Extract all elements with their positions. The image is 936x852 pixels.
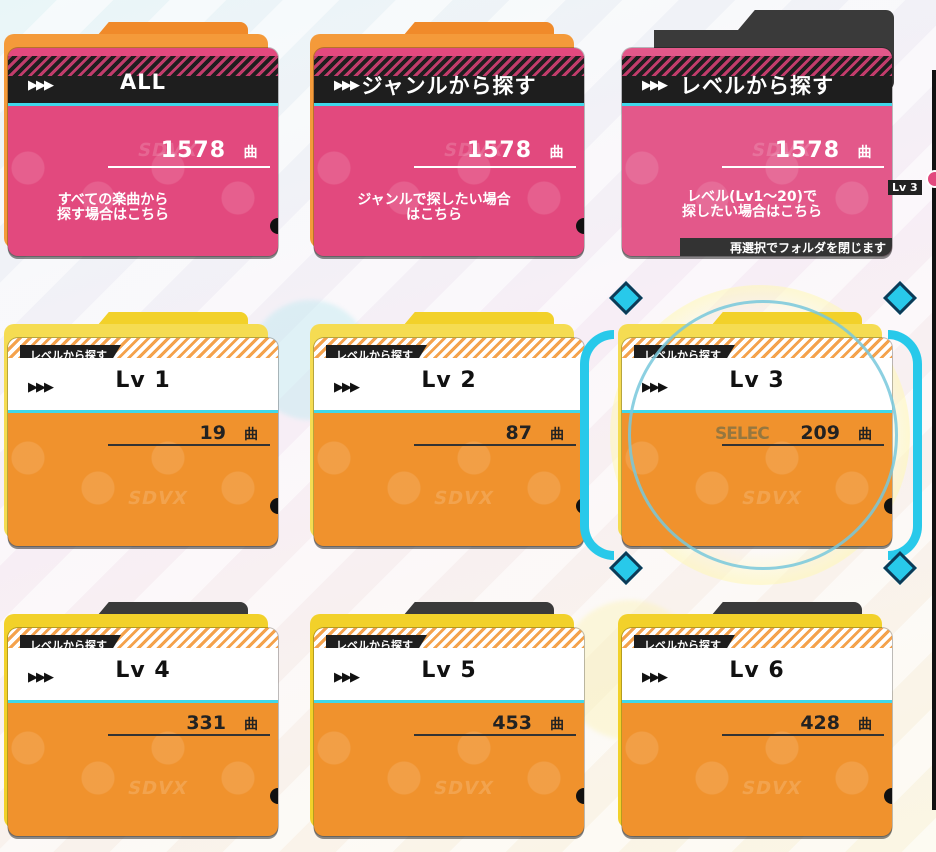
- folder-level[interactable]: SDVX ▶▶▶ レベルから探す 1578 曲 レベル(Lv1～20)で 探したい場…: [614, 8, 894, 264]
- count-underline: [414, 734, 576, 736]
- song-count: 19 曲: [199, 422, 258, 444]
- selection-bracket-right: [888, 330, 922, 560]
- watermark: SDVX: [125, 778, 190, 799]
- folder-front: SDVX ▶▶▶ ALL 1578 曲 すべての楽曲から 探す場合はこちら: [8, 48, 278, 256]
- song-icon: 曲: [244, 717, 258, 733]
- folder-description: レベル(Lv1～20)で 探したい場合はこちら: [682, 189, 822, 220]
- song-icon: 曲: [550, 717, 564, 733]
- song-count: 1578 曲: [466, 138, 565, 163]
- count-underline: [108, 166, 270, 168]
- folder-all[interactable]: SDVX ▶▶▶ ALL 1578 曲 すべての楽曲から 探す場合はこちら: [0, 8, 278, 264]
- song-count: 87 曲: [505, 422, 564, 444]
- song-icon: 曲: [243, 145, 259, 161]
- select-label: SELEC: [715, 424, 770, 444]
- watermark: SDVX: [431, 488, 496, 509]
- song-count: 428 曲: [800, 712, 872, 734]
- folder-title: Lv 5: [421, 658, 477, 683]
- count-underline: [108, 734, 270, 736]
- folder-front: SDVX ▶▶▶ ジャンルから探す 1578 曲 ジャンルで探したい場合 はこちら: [314, 48, 584, 256]
- folder-title: Lv 6: [729, 658, 785, 683]
- song-count: 331 曲: [186, 712, 258, 734]
- selection-bracket-left: [580, 330, 614, 560]
- folder-lv1[interactable]: SDVX レベルから探す ▶▶▶ Lv 1 19 曲: [0, 298, 278, 554]
- folder-front: SDVX レベルから探す ▶▶▶ Lv 1 19 曲: [8, 338, 278, 546]
- song-icon: 曲: [858, 717, 872, 733]
- folder-front: SDVX レベルから探す ▶▶▶ Lv 5 453 曲: [314, 628, 584, 836]
- song-icon: 曲: [550, 427, 564, 443]
- folder-title: Lv 4: [115, 658, 171, 683]
- folder-title: Lv 1: [115, 368, 171, 393]
- folder-lv4[interactable]: SDVX レベルから探す ▶▶▶ Lv 4 331 曲: [0, 588, 278, 844]
- folder-title: ジャンルから探す: [361, 74, 537, 98]
- watermark: SDVX: [125, 488, 190, 509]
- count-underline: [414, 166, 576, 168]
- folder-front: SDVX ▶▶▶ レベルから探す 1578 曲 レベル(Lv1～20)で 探したい場…: [622, 48, 892, 256]
- watermark: SDVX: [739, 778, 804, 799]
- song-count: 453 曲: [492, 712, 564, 734]
- folder-front: SDVX レベルから探す ▶▶▶ Lv 6 428 曲: [622, 628, 892, 836]
- folder-genre[interactable]: SDVX ▶▶▶ ジャンルから探す 1578 曲 ジャンルで探したい場合 はこちら: [306, 8, 584, 264]
- folder-front: SDVX レベルから探す ▶▶▶ Lv 4 331 曲: [8, 628, 278, 836]
- folder-description: すべての楽曲から 探す場合はこちら: [57, 192, 169, 223]
- folder-lv6[interactable]: SDVX レベルから探す ▶▶▶ Lv 6 428 曲: [614, 588, 892, 844]
- count-underline: [108, 444, 270, 446]
- scroll-level-indicator: Lv 3: [888, 180, 922, 195]
- watermark: SDVX: [431, 778, 496, 799]
- song-count: 1578 曲: [160, 138, 259, 163]
- song-count: 1578 曲: [774, 138, 873, 163]
- song-icon: 曲: [244, 427, 258, 443]
- folder-lv5[interactable]: SDVX レベルから探す ▶▶▶ Lv 5 453 曲: [306, 588, 584, 844]
- close-folder-notice: 再選択でフォルダを閉じます: [680, 238, 892, 256]
- folder-lv2[interactable]: SDVX レベルから探す ▶▶▶ Lv 2 87 曲: [306, 298, 584, 554]
- folder-title: レベルから探す: [680, 74, 834, 98]
- count-underline: [722, 166, 884, 168]
- count-underline: [414, 444, 576, 446]
- folder-title: ALL: [119, 70, 166, 94]
- song-icon: 曲: [549, 145, 565, 161]
- folder-description: ジャンルで探したい場合 はこちら: [357, 192, 511, 223]
- folder-title: Lv 2: [421, 368, 477, 393]
- folder-front: SDVX レベルから探す ▶▶▶ Lv 2 87 曲: [314, 338, 584, 546]
- song-icon: 曲: [857, 145, 873, 161]
- count-underline: [722, 734, 884, 736]
